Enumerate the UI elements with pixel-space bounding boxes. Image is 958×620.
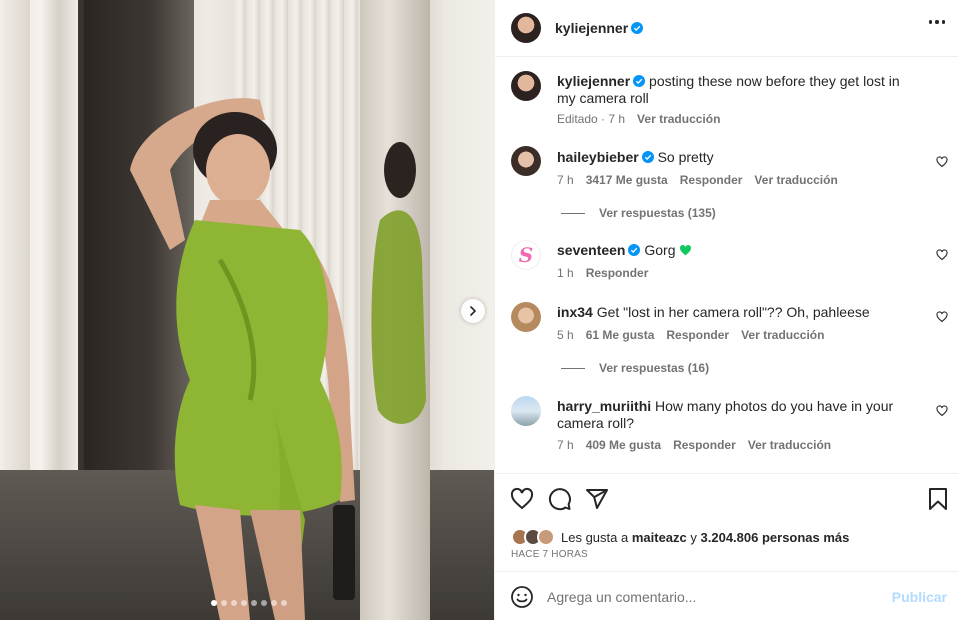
carousel-dot	[221, 600, 227, 606]
comment-likes[interactable]: 409 Me gusta	[586, 438, 661, 452]
avatar[interactable]	[511, 71, 541, 101]
comment-likes[interactable]: 3417 Me gusta	[586, 173, 668, 187]
comment-text: Gorg	[644, 242, 676, 258]
next-slide-button[interactable]	[461, 299, 485, 323]
comment-input[interactable]: Agrega un comentario...	[547, 589, 696, 605]
likes-user[interactable]: maiteazc	[632, 530, 687, 545]
liker-avatars	[511, 528, 555, 546]
translate-link[interactable]: Ver traducción	[637, 112, 720, 126]
comment-time: 7 h	[557, 173, 574, 187]
comment-username[interactable]: seventeen	[557, 242, 625, 258]
reply-button[interactable]: Responder	[666, 328, 729, 342]
likes-connector: y	[690, 529, 697, 545]
avatar[interactable]	[511, 146, 541, 176]
carousel-dot	[251, 600, 257, 606]
save-icon[interactable]	[926, 487, 950, 511]
seventeen-logo-icon: S	[518, 243, 534, 267]
heart-icon[interactable]	[936, 249, 948, 261]
comment-username[interactable]: harry_muriithi	[557, 398, 651, 414]
comment-time: 7 h	[557, 438, 574, 452]
comment-text: So pretty	[657, 149, 714, 165]
green-heart-icon	[680, 245, 692, 256]
verified-icon	[633, 75, 646, 87]
avatar[interactable]	[511, 13, 541, 43]
avatar[interactable]	[511, 396, 541, 426]
person-figure	[130, 98, 355, 620]
carousel-dot	[211, 600, 217, 606]
post-sidebar: kyliejenner kyliejenner posting these no…	[494, 0, 958, 620]
verified-icon	[641, 151, 654, 163]
post-photo[interactable]	[0, 0, 494, 620]
comment-time: 1 h	[557, 266, 574, 280]
post-actions: Les gusta a maiteazc y 3.204.806 persona…	[495, 473, 958, 571]
chevron-right-icon	[470, 306, 477, 316]
comment-username[interactable]: inx34	[557, 304, 593, 320]
carousel-dot	[241, 600, 247, 606]
carousel-dot	[271, 600, 277, 606]
likes-prefix: Les gusta a	[561, 529, 629, 545]
translate-link[interactable]: Ver traducción	[748, 438, 831, 452]
heart-icon[interactable]	[936, 405, 948, 417]
view-replies-label: Ver respuestas (135)	[599, 206, 716, 220]
heart-icon[interactable]	[936, 311, 948, 323]
reply-button[interactable]: Responder	[673, 438, 736, 452]
likes-summary[interactable]: Les gusta a maiteazc y 3.204.806 persona…	[511, 528, 849, 546]
comment-likes[interactable]: 61 Me gusta	[586, 328, 655, 342]
author-username[interactable]: kyliejenner	[555, 20, 628, 36]
comment-time: 5 h	[557, 328, 574, 342]
comment-username[interactable]: haileybieber	[557, 149, 639, 165]
heart-icon[interactable]	[510, 487, 534, 511]
comment-icon[interactable]	[548, 487, 572, 511]
post-timestamp: HACE 7 HORAS	[511, 549, 588, 560]
carousel-dot	[231, 600, 237, 606]
carousel-dot	[261, 600, 267, 606]
translate-link[interactable]: Ver traducción	[741, 328, 824, 342]
heart-icon[interactable]	[936, 156, 948, 168]
share-icon[interactable]	[585, 487, 609, 511]
add-comment-bar: Agrega un comentario... Publicar	[495, 571, 958, 620]
translate-link[interactable]: Ver traducción	[754, 173, 837, 187]
carousel-dot	[281, 600, 287, 606]
publish-button[interactable]: Publicar	[892, 589, 947, 605]
avatar	[537, 528, 555, 546]
post-header: kyliejenner	[495, 0, 958, 57]
emoji-icon[interactable]	[510, 585, 534, 609]
verified-icon	[628, 244, 641, 256]
more-icon	[928, 20, 932, 24]
avatar[interactable]	[511, 302, 541, 332]
view-replies-button[interactable]: Ver respuestas (135)	[561, 206, 716, 220]
view-replies-label: Ver respuestas (16)	[599, 361, 710, 375]
reply-button[interactable]: Responder	[680, 173, 743, 187]
caption-username[interactable]: kyliejenner	[557, 73, 630, 89]
likes-others[interactable]: 3.204.806 personas más	[701, 530, 850, 545]
carousel-indicator	[211, 600, 287, 606]
verified-icon	[631, 22, 644, 34]
view-replies-button[interactable]: Ver respuestas (16)	[561, 361, 709, 375]
more-options-button[interactable]	[928, 20, 945, 24]
caption-edited: Editado · 7 h	[557, 112, 626, 126]
comment-text: Get "lost in her camera roll"?? Oh, pahl…	[596, 304, 870, 320]
reply-button[interactable]: Responder	[586, 266, 649, 280]
avatar[interactable]: S	[511, 240, 541, 270]
